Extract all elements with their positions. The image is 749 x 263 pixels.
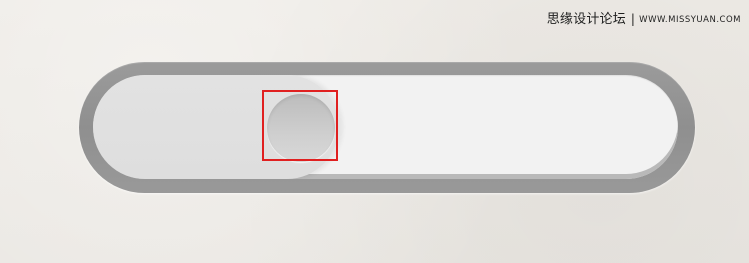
- watermark-site-name: 思缘设计论坛: [546, 12, 626, 27]
- toggle-switch[interactable]: [79, 62, 695, 193]
- watermark-url: WWW.MISSYUAN.COM: [639, 15, 741, 25]
- watermark-separator: |: [630, 12, 636, 26]
- toggle-knob[interactable]: [267, 93, 335, 162]
- watermark: 思缘设计论坛 | WWW.MISSYUAN.COM: [547, 8, 741, 27]
- toggle-track[interactable]: [93, 75, 678, 179]
- toggle-knob-wrapper: [262, 89, 339, 166]
